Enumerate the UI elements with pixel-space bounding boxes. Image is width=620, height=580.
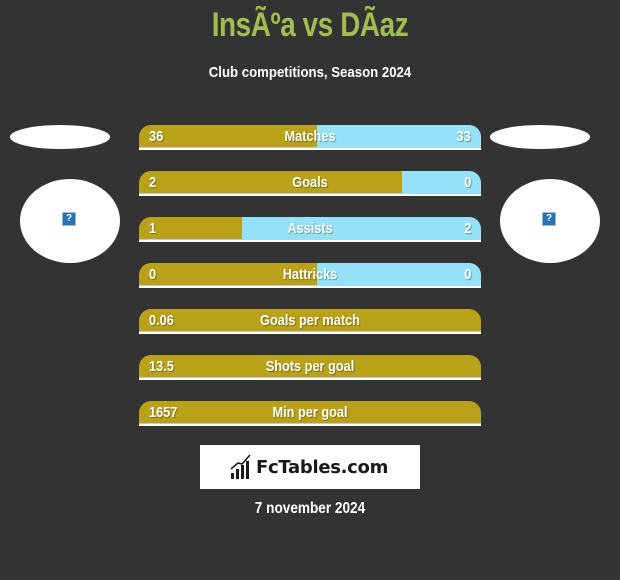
stat-label: Assists <box>287 220 333 237</box>
left-value: 36 <box>149 128 164 145</box>
left-player-avatar: ? <box>20 179 120 263</box>
stat-row-goals-per-match: Goals per match 0.06 <box>139 309 481 334</box>
left-value: 0 <box>149 266 157 283</box>
left-team-badge <box>10 125 110 149</box>
stat-label: Hattricks <box>282 266 338 283</box>
stat-row-shots-per-goal: Shots per goal 13.5 <box>139 355 481 380</box>
logo-text: FcTables.com <box>256 456 389 478</box>
stat-label: Goals <box>292 174 328 191</box>
competition-subtitle: Club competitions, Season 2024 <box>208 64 412 81</box>
stat-row-assists: Assists 1 2 <box>139 217 481 242</box>
left-value: 13.5 <box>149 358 174 375</box>
missing-image-icon: ? <box>62 212 76 226</box>
right-value: 33 <box>456 128 471 145</box>
fctables-logo[interactable]: FcTables.com <box>200 445 420 489</box>
right-value: 0 <box>463 266 471 283</box>
left-value: 1657 <box>149 404 178 421</box>
bar-chart-icon <box>230 454 251 479</box>
right-player-avatar: ? <box>500 179 600 263</box>
right-value: 0 <box>463 174 471 191</box>
right-team-badge <box>490 125 590 149</box>
stat-label: Matches <box>284 128 336 145</box>
left-value: 2 <box>149 174 157 191</box>
stat-label: Goals per match <box>260 312 360 329</box>
stat-label: Min per goal <box>272 404 348 421</box>
stat-row-min-per-goal: Min per goal 1657 <box>139 401 481 426</box>
missing-image-icon: ? <box>542 212 556 226</box>
date-label: 7 november 2024 <box>254 500 366 517</box>
page-title: InsÃºa vs DÃaz <box>211 6 409 44</box>
stat-label: Shots per goal <box>265 358 355 375</box>
stat-row-matches: Matches 36 33 <box>139 125 481 150</box>
left-value: 1 <box>149 220 157 237</box>
left-value: 0.06 <box>149 312 174 329</box>
right-value: 2 <box>463 220 471 237</box>
stat-row-goals: Goals 2 0 <box>139 171 481 196</box>
stat-row-hattricks: Hattricks 0 0 <box>139 263 481 288</box>
